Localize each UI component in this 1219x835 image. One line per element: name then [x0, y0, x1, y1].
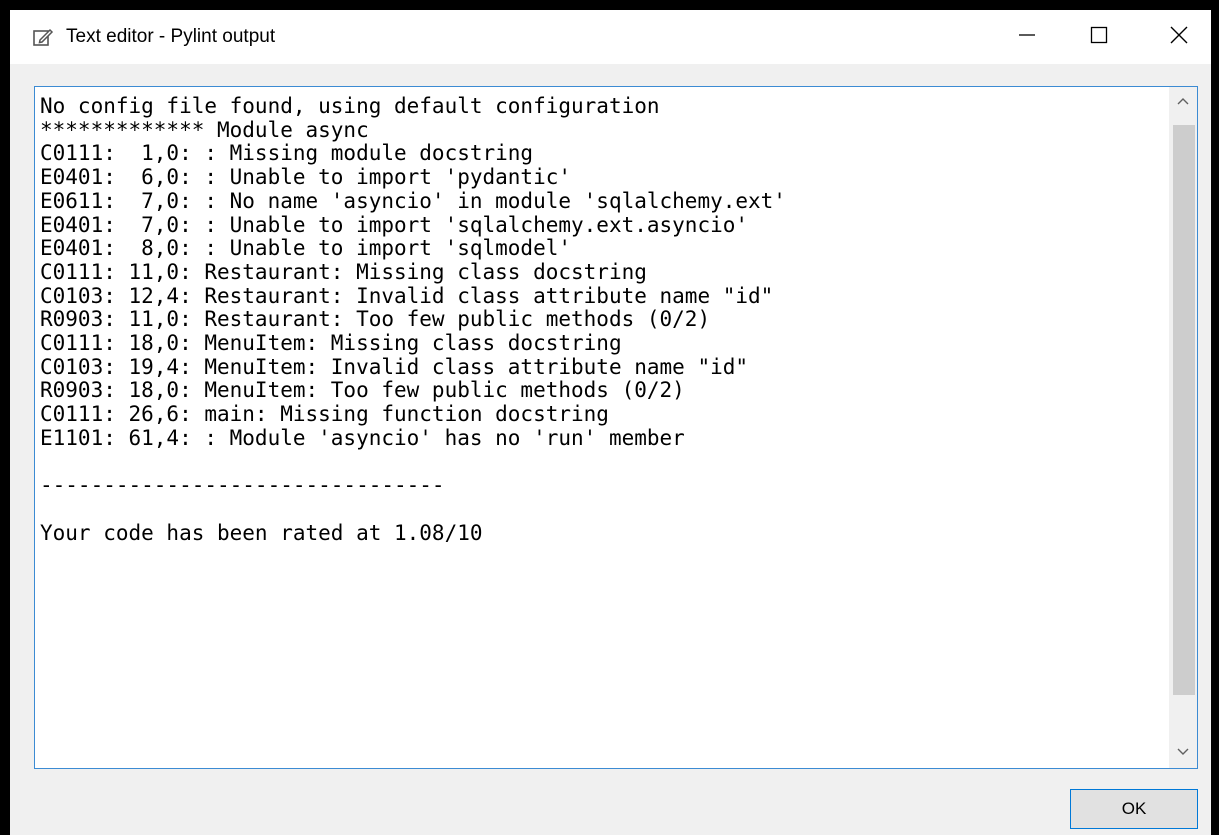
close-icon — [1169, 25, 1189, 50]
output-line: ************* Module async — [40, 117, 369, 142]
output-line: No config file found, using default conf… — [40, 94, 660, 118]
output-line: C0103: 12,4: Restaurant: Invalid class a… — [40, 283, 774, 308]
scroll-down-button[interactable] — [1169, 738, 1197, 768]
minimize-button[interactable] — [998, 10, 1056, 64]
output-line: R0903: 11,0: Restaurant: Too few public … — [40, 307, 711, 332]
output-line: C0111: 26,6: main: Missing function docs… — [40, 402, 609, 427]
output-line: R0903: 18,0: MenuItem: Too few public me… — [40, 378, 685, 403]
output-text-area[interactable]: No config file found, using default conf… — [34, 86, 1198, 769]
maximize-button[interactable] — [1070, 10, 1128, 64]
maximize-icon — [1089, 25, 1109, 50]
title-bar[interactable]: Text editor - Pylint output — [10, 10, 1211, 64]
output-line: E1101: 61,4: : Module 'asyncio' has no '… — [40, 425, 685, 450]
minimize-icon — [1017, 25, 1037, 50]
chevron-down-icon — [1176, 744, 1190, 762]
output-line: C0111: 18,0: MenuItem: Missing class doc… — [40, 331, 622, 356]
vertical-scrollbar[interactable] — [1169, 87, 1197, 768]
scroll-thumb[interactable] — [1173, 125, 1195, 695]
output-line: E0611: 7,0: : No name 'asyncio' in modul… — [40, 188, 786, 213]
separator-line: -------------------------------- — [40, 473, 445, 498]
output-line: E0401: 6,0: : Unable to import 'pydantic… — [40, 165, 572, 190]
output-line: C0111: 11,0: Restaurant: Missing class d… — [40, 259, 647, 284]
output-line: C0103: 19,4: MenuItem: Invalid class att… — [40, 354, 749, 379]
ok-button[interactable]: OK — [1070, 789, 1198, 829]
output-line: E0401: 7,0: : Unable to import 'sqlalche… — [40, 212, 749, 237]
scroll-up-button[interactable] — [1169, 87, 1197, 117]
output-line: E0401: 8,0: : Unable to import 'sqlmodel… — [40, 236, 572, 261]
edit-icon — [32, 26, 54, 48]
window-title: Text editor - Pylint output — [66, 26, 276, 47]
pylint-output-text[interactable]: No config file found, using default conf… — [40, 94, 1160, 545]
output-line: C0111: 1,0: : Missing module docstring — [40, 141, 534, 166]
close-button[interactable] — [1150, 10, 1208, 64]
rating-line: Your code has been rated at 1.08/10 — [40, 520, 483, 545]
text-editor-window: Text editor - Pylint output No config fi… — [0, 0, 1219, 835]
chevron-up-icon — [1176, 93, 1190, 111]
